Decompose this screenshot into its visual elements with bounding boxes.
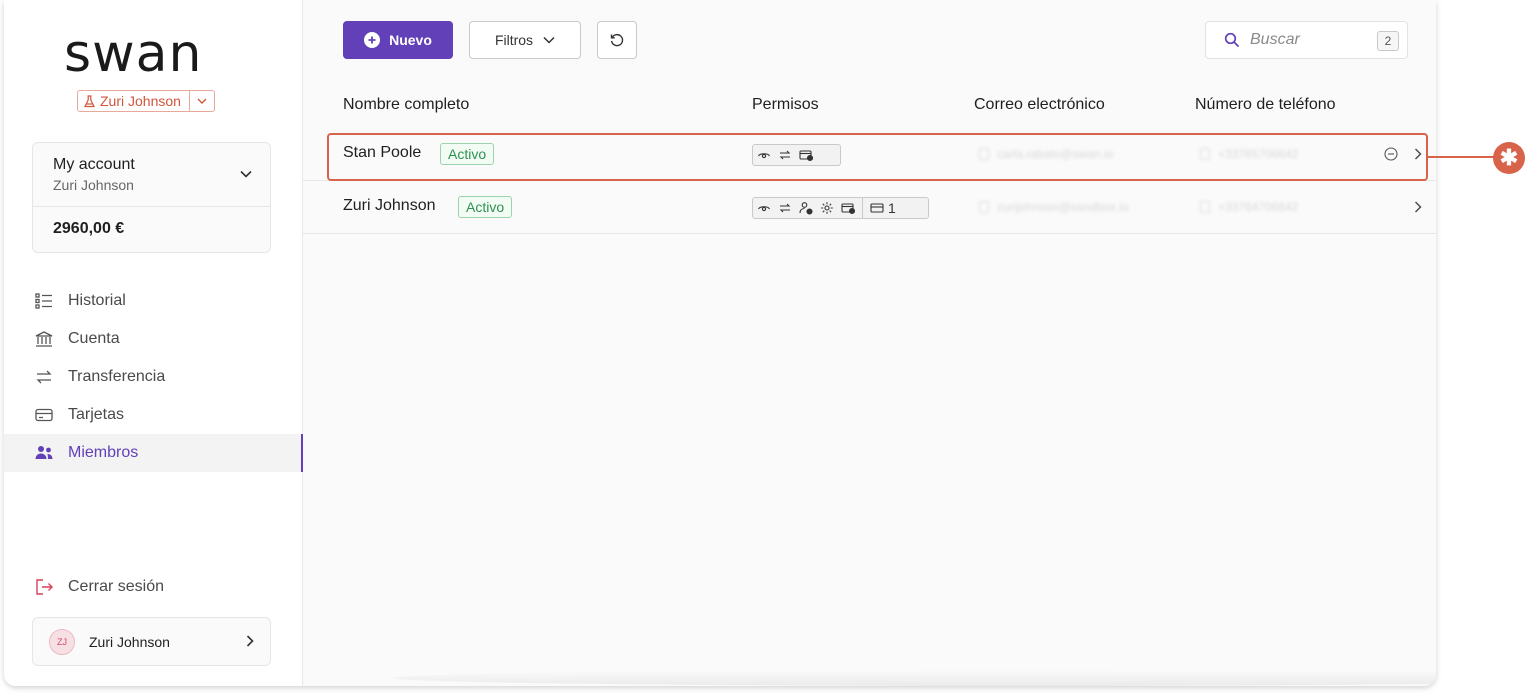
search-box[interactable]: 2 bbox=[1205, 21, 1408, 59]
sidebar-item-cuenta[interactable]: Cuenta bbox=[4, 320, 303, 358]
member-email: zurijohnson@sandbox.io bbox=[979, 199, 1129, 215]
settings-icon bbox=[821, 202, 833, 214]
filters-button[interactable]: Filtros bbox=[469, 21, 581, 59]
sidebar-item-transferencia[interactable]: Transferencia bbox=[4, 358, 303, 396]
view-icon bbox=[758, 206, 770, 212]
card-add-icon bbox=[841, 203, 855, 215]
member-phone: +33764706642 bbox=[1200, 199, 1298, 215]
sidebar-item-tarjetas[interactable]: Tarjetas bbox=[4, 396, 303, 434]
main-content: Nuevo Filtros 2 Nombre completo Permisos… bbox=[303, 0, 1436, 686]
sidebar-item-label: Cuenta bbox=[68, 330, 120, 347]
transfer-icon bbox=[779, 203, 791, 213]
list-icon bbox=[35, 293, 52, 309]
sidebar: swan Zuri Johnson My account Zuri Johnso… bbox=[4, 0, 304, 686]
people-icon bbox=[35, 446, 53, 459]
logout-button[interactable]: Cerrar sesión bbox=[34, 577, 164, 597]
sidebar-item-miembros[interactable]: Miembros bbox=[4, 434, 304, 472]
user-name: Zuri Johnson bbox=[89, 633, 170, 650]
new-button-label: Nuevo bbox=[389, 32, 432, 48]
filters-button-label: Filtros bbox=[494, 32, 534, 48]
cards-count: 1 bbox=[870, 200, 896, 216]
new-member-button[interactable]: Nuevo bbox=[343, 21, 453, 59]
logout-label: Cerrar sesión bbox=[68, 578, 165, 595]
plus-circle-icon bbox=[364, 32, 381, 48]
user-profile-button[interactable]: ZJ Zuri Johnson bbox=[32, 617, 271, 666]
search-input[interactable] bbox=[1250, 31, 1360, 49]
shadow-fade bbox=[393, 670, 1436, 686]
swan-logo: swan bbox=[64, 24, 203, 84]
account-owner: Zuri Johnson bbox=[53, 177, 134, 193]
sidebar-item-label: Historial bbox=[68, 292, 126, 309]
chevron-down-icon bbox=[543, 36, 555, 44]
card-icon bbox=[35, 408, 53, 422]
account-balance: 2960,00 € bbox=[53, 220, 125, 237]
app-window: swan Zuri Johnson My account Zuri Johnso… bbox=[4, 0, 1436, 686]
project-switcher[interactable]: Zuri Johnson bbox=[77, 90, 215, 112]
table-row[interactable]: Zuri Johnson Activo 1 zurijohnson@sandbo… bbox=[303, 182, 1436, 234]
member-name: Zuri Johnson bbox=[343, 197, 436, 214]
account-title: My account bbox=[53, 156, 135, 173]
avatar: ZJ bbox=[49, 628, 75, 655]
chevron-right-icon bbox=[246, 634, 254, 650]
divider bbox=[862, 198, 863, 218]
row-highlight-annotation bbox=[327, 133, 1428, 181]
chevron-down-icon[interactable] bbox=[190, 91, 214, 111]
card-icon bbox=[870, 203, 884, 213]
search-icon bbox=[1224, 32, 1240, 48]
sidebar-item-label: Tarjetas bbox=[68, 406, 125, 423]
refresh-button[interactable] bbox=[597, 21, 637, 59]
column-header-permissions: Permisos bbox=[752, 96, 819, 113]
copy-icon bbox=[1200, 201, 1210, 213]
flask-icon bbox=[84, 94, 95, 107]
account-header[interactable]: My account Zuri Johnson bbox=[33, 143, 270, 207]
annotation-connector bbox=[1428, 156, 1494, 158]
copy-icon bbox=[979, 201, 989, 213]
chevron-right-icon[interactable] bbox=[1414, 200, 1422, 218]
sidebar-item-label: Transferencia bbox=[68, 368, 166, 385]
chevron-down-icon[interactable] bbox=[240, 165, 252, 183]
project-name-label: Zuri Johnson bbox=[100, 93, 181, 109]
annotation-marker: ✱ bbox=[1493, 142, 1525, 174]
search-shortcut-badge: 2 bbox=[1377, 31, 1399, 51]
user-add-icon bbox=[799, 202, 813, 215]
sidebar-item-label: Miembros bbox=[68, 444, 139, 461]
column-header-email: Correo electrónico bbox=[974, 96, 1105, 113]
column-header-name: Nombre completo bbox=[343, 96, 470, 113]
logout-icon bbox=[36, 579, 53, 595]
column-header-phone: Número de teléfono bbox=[1195, 96, 1336, 113]
status-badge: Activo bbox=[458, 196, 513, 218]
bank-icon bbox=[35, 331, 53, 347]
permissions-badge: 1 bbox=[752, 197, 929, 219]
account-selector[interactable]: My account Zuri Johnson 2960,00 € bbox=[32, 142, 271, 253]
sidebar-item-historial[interactable]: Historial bbox=[4, 282, 303, 320]
project-name[interactable]: Zuri Johnson bbox=[78, 91, 190, 111]
refresh-icon bbox=[610, 33, 624, 47]
transfer-icon bbox=[36, 370, 52, 384]
